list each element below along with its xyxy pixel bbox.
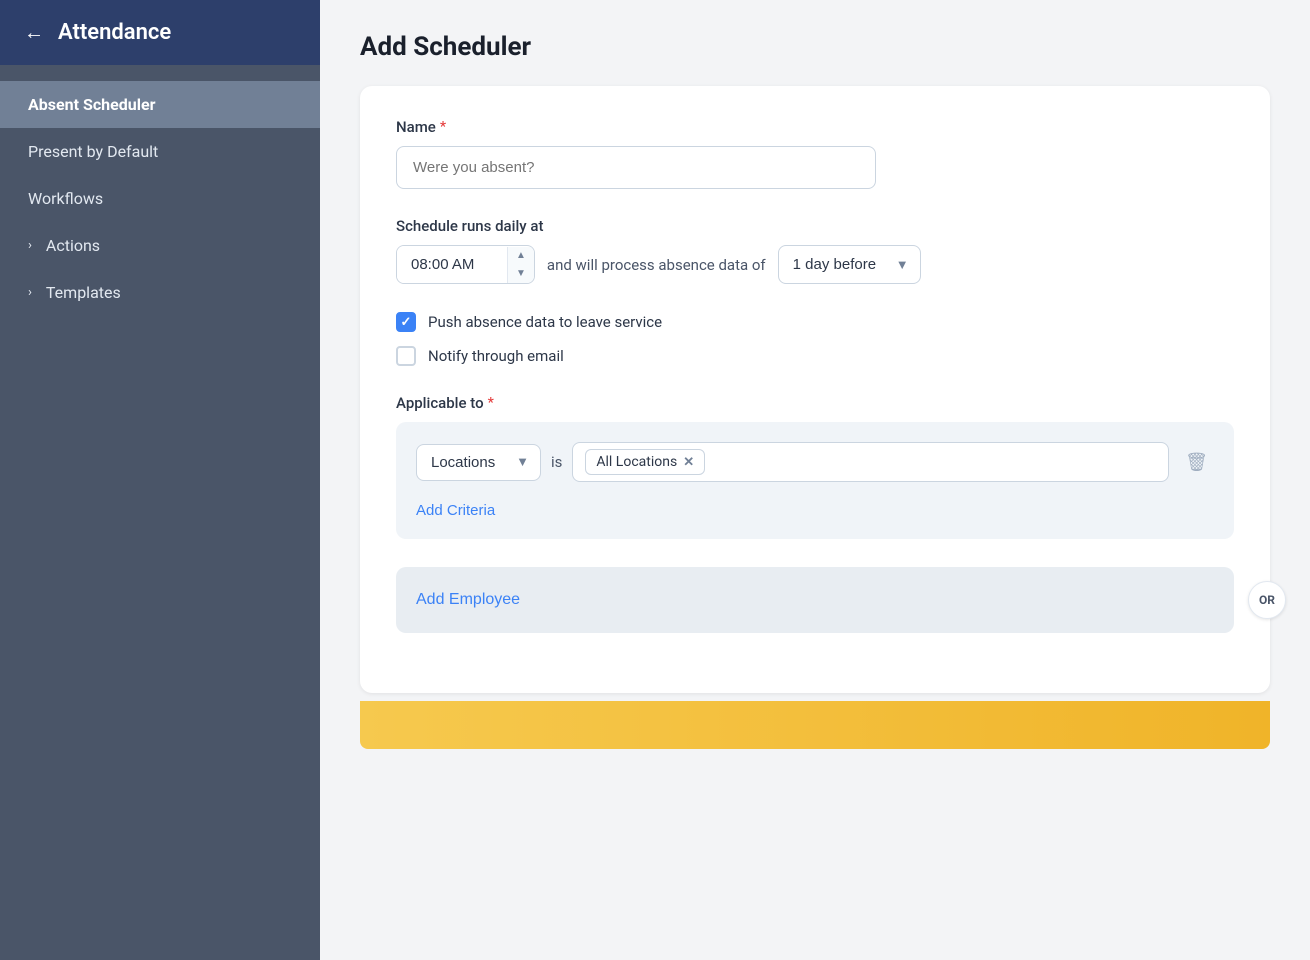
required-star-applicable: *	[488, 395, 494, 411]
schedule-group: Schedule runs daily at ▲ ▼ and will proc…	[396, 217, 1234, 284]
sidebar: ← Attendance Absent Scheduler Present by…	[0, 0, 320, 960]
sidebar-item-label: Absent Scheduler	[28, 95, 155, 114]
sidebar-item-actions[interactable]: › Actions	[0, 222, 320, 269]
sidebar-item-absent-scheduler[interactable]: Absent Scheduler	[0, 81, 320, 128]
sidebar-nav: Absent Scheduler Present by Default Work…	[0, 65, 320, 960]
add-scheduler-card: Name * Schedule runs daily at ▲ ▼	[360, 86, 1270, 693]
sidebar-title: Attendance	[58, 20, 171, 45]
name-label: Name *	[396, 118, 1234, 136]
sidebar-item-present-by-default[interactable]: Present by Default	[0, 128, 320, 175]
criteria-is-text: is	[551, 453, 562, 471]
chevron-right-icon: ›	[28, 238, 32, 253]
day-before-select-wrapper: 1 day before 2 days before 3 days before…	[778, 245, 921, 284]
or-badge-container: OR	[1248, 581, 1286, 619]
main-content: Add Scheduler Name * Schedule runs daily…	[320, 0, 1310, 960]
sidebar-item-label: Workflows	[28, 189, 103, 208]
sidebar-item-label: Actions	[46, 236, 100, 255]
checkboxes-group: ✓ Push absence data to leave service Not…	[396, 312, 1234, 366]
locations-criteria-box: Locations Department ▼ is All Locations	[396, 422, 1234, 539]
push-absence-row[interactable]: ✓ Push absence data to leave service	[396, 312, 1234, 332]
locations-select-wrapper: Locations Department ▼	[416, 444, 541, 481]
required-star: *	[440, 119, 446, 135]
criteria-row: Locations Department ▼ is All Locations	[416, 442, 1214, 482]
day-before-select[interactable]: 1 day before 2 days before 3 days before	[778, 245, 921, 284]
notify-email-label: Notify through email	[428, 347, 564, 365]
bottom-hint-strip	[360, 701, 1270, 749]
checkmark-icon: ✓	[401, 315, 412, 330]
add-employee-button[interactable]: Add Employee	[416, 587, 520, 613]
push-absence-checkbox[interactable]: ✓	[396, 312, 416, 332]
add-employee-box: Add Employee	[396, 567, 1234, 633]
time-input-wrapper: ▲ ▼	[396, 245, 535, 284]
sidebar-item-label: Templates	[46, 283, 121, 302]
applicable-to-label: Applicable to *	[396, 394, 1234, 412]
sidebar-item-workflows[interactable]: Workflows	[0, 175, 320, 222]
chevron-right-icon: ›	[28, 285, 32, 300]
time-down-button[interactable]: ▼	[508, 265, 534, 283]
delete-criteria-button[interactable]: 🗑	[1179, 446, 1214, 479]
time-input[interactable]	[397, 246, 507, 283]
notify-email-checkbox[interactable]	[396, 346, 416, 366]
back-icon[interactable]: ←	[24, 20, 44, 45]
sidebar-header: ← Attendance	[0, 0, 320, 65]
add-criteria-button[interactable]: Add Criteria	[416, 498, 495, 523]
sidebar-item-templates[interactable]: › Templates	[0, 269, 320, 316]
tag-label: All Locations	[596, 454, 677, 470]
time-spinners: ▲ ▼	[507, 247, 534, 283]
applicable-to-group: Applicable to * Locations Department	[396, 394, 1234, 633]
schedule-label: Schedule runs daily at	[396, 217, 1234, 235]
name-input[interactable]	[396, 146, 876, 189]
all-locations-tag: All Locations ✕	[585, 449, 705, 475]
tag-close-icon[interactable]: ✕	[683, 455, 694, 470]
time-up-button[interactable]: ▲	[508, 247, 534, 265]
checkbox-group: ✓ Push absence data to leave service Not…	[396, 312, 1234, 366]
sidebar-item-label: Present by Default	[28, 142, 158, 161]
schedule-row: ▲ ▼ and will process absence data of 1 d…	[396, 245, 1234, 284]
tag-input-area[interactable]: All Locations ✕	[572, 442, 1169, 482]
notify-email-row[interactable]: Notify through email	[396, 346, 1234, 366]
locations-select[interactable]: Locations Department	[416, 444, 541, 481]
or-badge: OR	[1248, 581, 1286, 619]
trash-icon: 🗑	[1185, 452, 1208, 472]
page-title: Add Scheduler	[360, 32, 1270, 62]
name-group: Name *	[396, 118, 1234, 189]
schedule-connector-text: and will process absence data of	[547, 256, 766, 274]
push-absence-label: Push absence data to leave service	[428, 313, 662, 331]
